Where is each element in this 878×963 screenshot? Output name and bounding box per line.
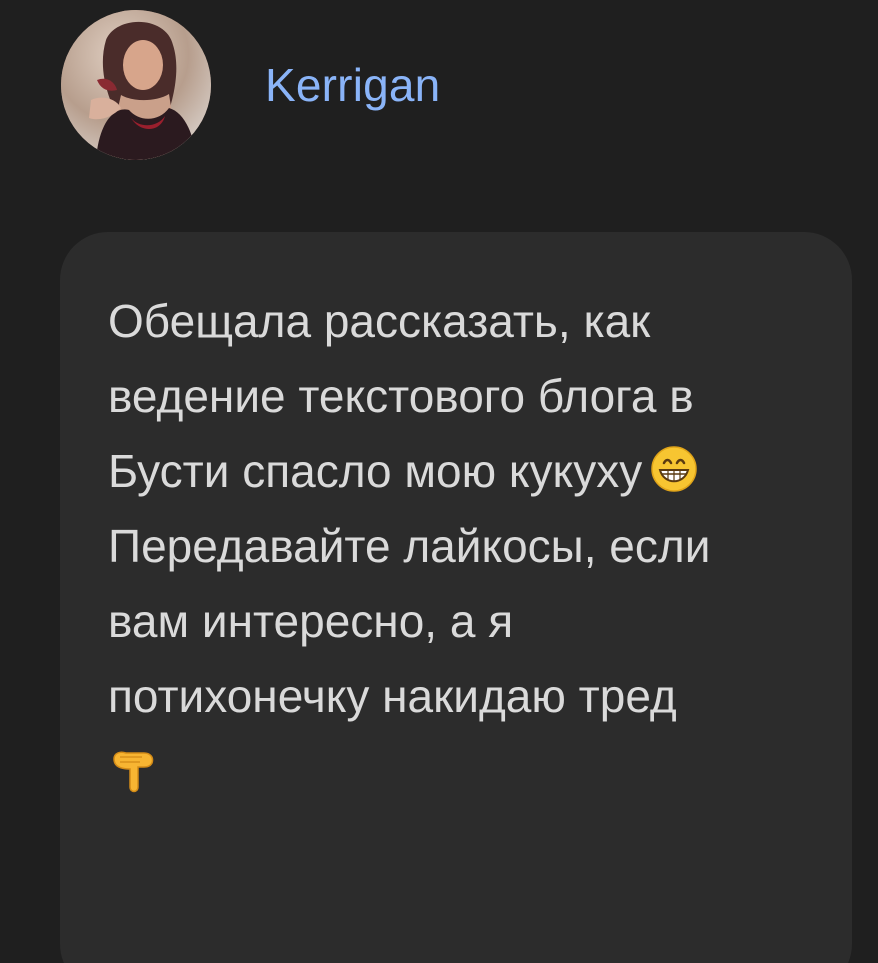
backhand-pointing-down-emoji-icon: [108, 741, 162, 795]
message-line-3: Бусти спасло мою кукуху: [108, 445, 643, 497]
message-line-2: ведение текстового блога в: [108, 370, 694, 422]
message-text: Обещала рассказать, как ведение текстово…: [108, 284, 812, 809]
message-line-3-wrap: Бусти спасло мою кукуху: [108, 434, 812, 509]
avatar[interactable]: [61, 10, 211, 160]
avatar-image: [61, 10, 211, 160]
message-bubble: Обещала рассказать, как ведение текстово…: [60, 232, 852, 963]
message-line-5: вам интересно, а я: [108, 595, 514, 647]
message-line-4: Передавайте лайкосы, если: [108, 520, 711, 572]
grinning-face-emoji-icon: [650, 445, 698, 493]
post-screen: Kerrigan Обещала рассказать, как ведение…: [0, 0, 878, 963]
message-line-6: потихонечку накидаю тред: [108, 670, 677, 722]
message-line-1: Обещала рассказать, как: [108, 295, 651, 347]
post-header: Kerrigan: [61, 10, 440, 160]
message-line-7: [108, 734, 812, 809]
author-name[interactable]: Kerrigan: [265, 62, 440, 108]
